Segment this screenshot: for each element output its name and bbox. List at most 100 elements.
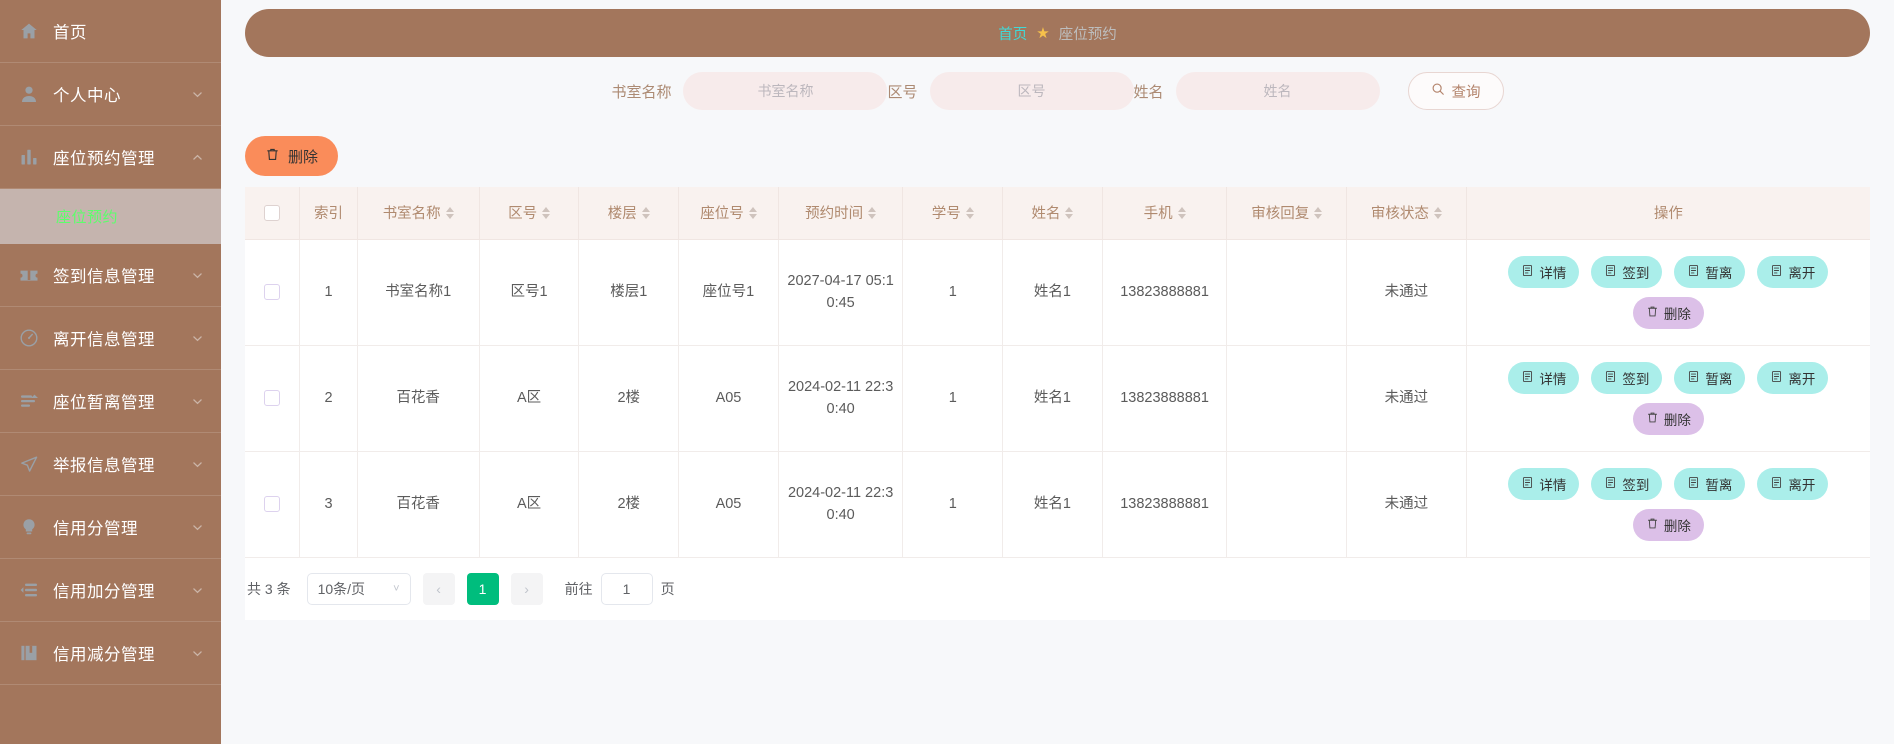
table-header-inner: 索引 — [314, 202, 343, 223]
table-header-reply[interactable]: 审核回复 — [1226, 187, 1348, 240]
table-row: 2 百花香 A区 2楼 A05 2024-02-11 22:30:40 1 姓名1 138238… — [245, 345, 1870, 452]
row-action-group: 详情 签到 暂离 离开删除 — [1471, 361, 1866, 435]
row-checkbox[interactable] — [264, 389, 281, 406]
document-icon — [1770, 370, 1783, 386]
table-header-seat[interactable]: 座位号 — [678, 187, 779, 240]
chevron-down-icon[interactable] — [190, 646, 204, 660]
search-field-group-2: 区号 — [887, 72, 1134, 110]
row-action-5-button[interactable]: 删除 — [1632, 508, 1704, 541]
breadcrumb: 首页 ★ 座位预约 — [245, 9, 1870, 57]
sort-arrows-icon[interactable] — [1177, 206, 1186, 219]
row-action-2-button[interactable]: 签到 — [1591, 361, 1663, 394]
sidebar-item-6[interactable]: 座位暂离管理 — [0, 370, 221, 433]
table-header-zone[interactable]: 区号 — [479, 187, 580, 240]
table-header-label: 索引 — [313, 206, 343, 223]
pagination-next-button[interactable]: › — [510, 572, 543, 605]
row-action-1-button[interactable]: 详情 — [1508, 361, 1580, 394]
query-button[interactable]: 查询 — [1407, 72, 1504, 110]
table-header-sid[interactable]: 学号 — [902, 187, 1004, 240]
table-header-inner: 学号 — [932, 202, 974, 223]
sidebar-item-9[interactable]: 信用加分管理 — [0, 559, 221, 622]
table-header-room[interactable]: 书室名称 — [357, 187, 480, 240]
row-action-4-button[interactable]: 离开 — [1757, 467, 1829, 500]
row-action-5-button[interactable]: 删除 — [1632, 296, 1704, 329]
main-content: 首页 ★ 座位预约 书室名称区号姓名查询 删除 — [221, 0, 1894, 744]
chevron-down-icon[interactable] — [190, 520, 204, 534]
chevron-down-icon[interactable] — [190, 331, 204, 345]
row-action-5-button[interactable]: 删除 — [1632, 402, 1704, 435]
chevron-down-icon[interactable] — [190, 457, 204, 471]
document-icon — [1770, 264, 1783, 280]
cell-name: 姓名1 — [1002, 451, 1103, 558]
row-action-label: 签到 — [1622, 371, 1650, 387]
table-header-label: 预约时间 — [805, 206, 864, 223]
page-size-label: 10条/页 — [317, 580, 366, 597]
table-header-index: 索引 — [299, 187, 358, 240]
table-header-phone[interactable]: 手机 — [1102, 187, 1228, 240]
sidebar-subitem-seat-reservation[interactable]: 座位预约 — [0, 189, 221, 244]
chevron-up-icon[interactable] — [190, 150, 204, 164]
pagination-jump-input[interactable] — [600, 572, 653, 605]
row-action-3-button[interactable]: 暂离 — [1674, 255, 1746, 288]
row-action-3-button[interactable]: 暂离 — [1674, 467, 1746, 500]
cell-floor: 楼层1 — [578, 239, 680, 346]
sort-arrows-icon[interactable] — [868, 206, 877, 219]
row-checkbox-cell — [245, 345, 301, 452]
search-input-3[interactable] — [1175, 72, 1380, 110]
row-action-label: 签到 — [1622, 265, 1650, 281]
table-header-status[interactable]: 审核状态 — [1346, 187, 1467, 240]
sidebar-item-2[interactable]: 个人中心 — [0, 63, 221, 126]
bulb-icon — [18, 516, 40, 538]
notebook-icon — [18, 642, 40, 664]
table-header-floor[interactable]: 楼层 — [578, 187, 680, 240]
row-action-2-button[interactable]: 签到 — [1591, 467, 1663, 500]
sidebar-item-3[interactable]: 座位预约管理 — [0, 126, 221, 189]
row-action-label: 离开 — [1788, 371, 1816, 387]
star-icon: ★ — [1036, 24, 1050, 42]
table-header-ops: 操作 — [1466, 187, 1870, 240]
sort-arrows-icon[interactable] — [965, 206, 974, 219]
pagination-jump-prefix: 前往 — [564, 580, 593, 597]
row-action-4-button[interactable]: 离开 — [1757, 361, 1829, 394]
row-action-2-button[interactable]: 签到 — [1591, 255, 1663, 288]
row-action-label: 详情 — [1539, 371, 1567, 387]
row-action-4-button[interactable]: 离开 — [1757, 255, 1829, 288]
chevron-down-icon[interactable] — [190, 394, 204, 408]
pagination-prev-button[interactable]: ‹ — [422, 572, 455, 605]
sort-arrows-icon[interactable] — [641, 206, 650, 219]
table-header-name[interactable]: 姓名 — [1002, 187, 1103, 240]
select-all-checkbox[interactable] — [264, 204, 281, 221]
bulk-delete-label: 删除 — [288, 148, 319, 166]
table-header-label: 书室名称 — [382, 206, 441, 223]
breadcrumb-home[interactable]: 首页 — [998, 23, 1027, 44]
sort-arrows-icon[interactable] — [1433, 206, 1442, 219]
sort-arrows-icon[interactable] — [748, 206, 757, 219]
cell-operations: 详情 签到 暂离 离开删除 — [1466, 345, 1870, 452]
sidebar-item-10[interactable]: 信用减分管理 — [0, 622, 221, 685]
sidebar-item-1[interactable]: 首页 — [0, 0, 221, 63]
row-action-1-button[interactable]: 详情 — [1508, 255, 1580, 288]
sidebar-item-7[interactable]: 举报信息管理 — [0, 433, 221, 496]
chevron-down-icon[interactable] — [190, 268, 204, 282]
sidebar-item-4[interactable]: 签到信息管理 — [0, 244, 221, 307]
search-input-1[interactable] — [683, 72, 888, 110]
chevron-down-icon[interactable] — [190, 87, 204, 101]
page-size-select[interactable]: 10条/页 ˅ — [306, 572, 411, 605]
sidebar-item-5[interactable]: 离开信息管理 — [0, 307, 221, 370]
pagination-page-1[interactable]: 1 — [466, 572, 499, 605]
search-input-2[interactable] — [929, 72, 1134, 110]
sort-arrows-icon[interactable] — [542, 206, 551, 219]
row-checkbox[interactable] — [264, 495, 281, 512]
table-header-inner: 预约时间 — [805, 202, 877, 223]
row-action-3-button[interactable]: 暂离 — [1674, 361, 1746, 394]
row-action-1-button[interactable]: 详情 — [1508, 467, 1580, 500]
sidebar-item-8[interactable]: 信用分管理 — [0, 496, 221, 559]
table-header-time[interactable]: 预约时间 — [778, 187, 904, 240]
row-checkbox[interactable] — [264, 283, 281, 300]
bulk-delete-button[interactable]: 删除 — [245, 136, 339, 176]
chevron-down-icon[interactable] — [190, 583, 204, 597]
sort-arrows-icon[interactable] — [1314, 206, 1323, 219]
sort-arrows-icon[interactable] — [1065, 206, 1074, 219]
cell-zone: A区 — [479, 345, 580, 452]
sort-arrows-icon[interactable] — [445, 206, 454, 219]
